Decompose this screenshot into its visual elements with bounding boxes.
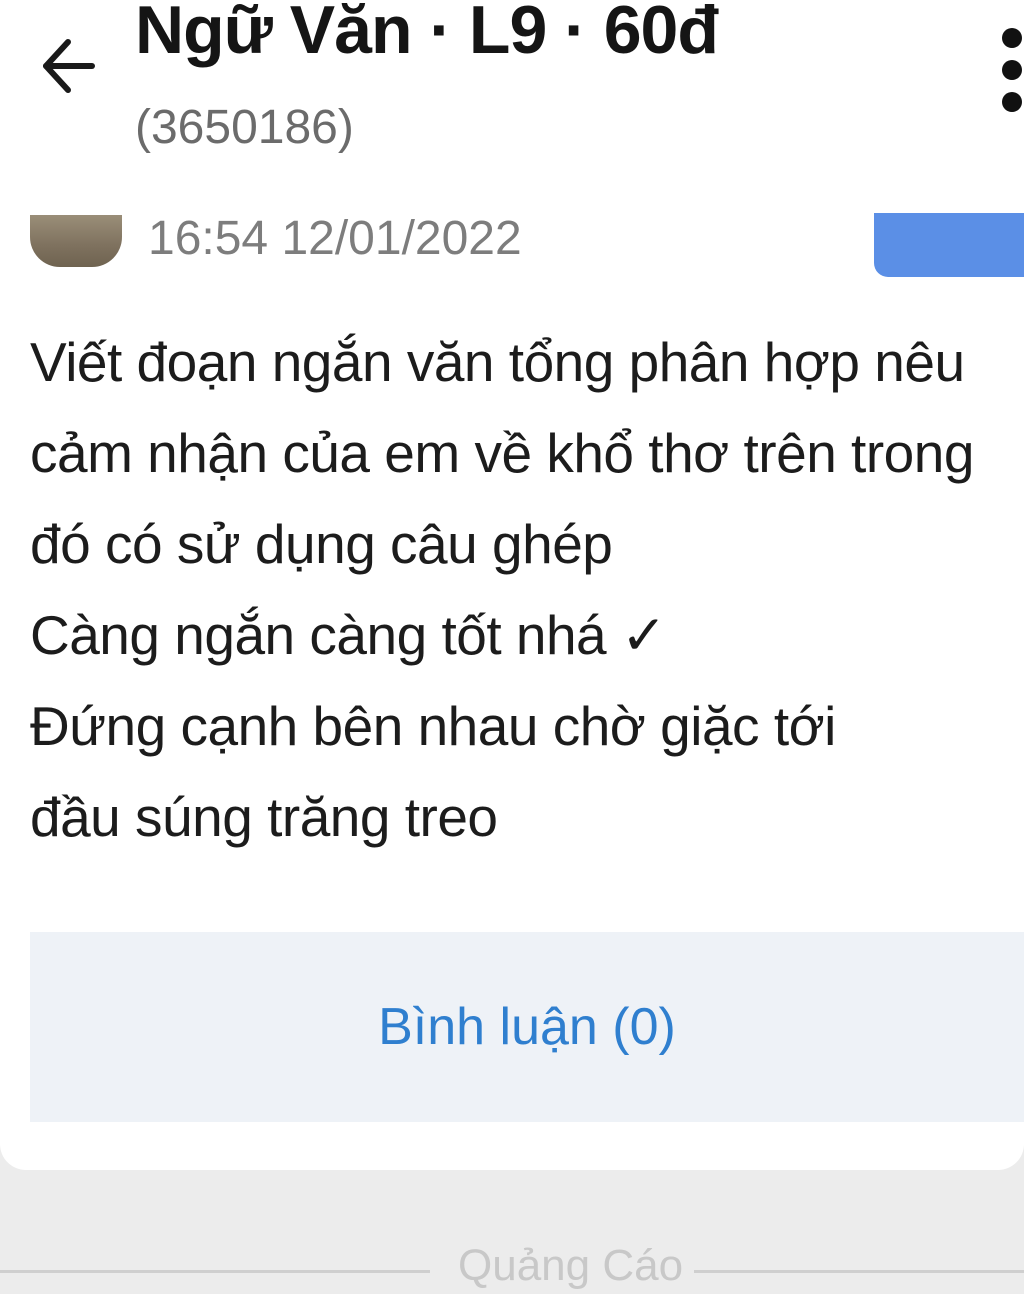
question-line: Viết đoạn ngắn văn tổng phân hợp nêu cảm…: [30, 331, 974, 575]
post-timestamp: 16:54 12/01/2022: [148, 212, 522, 265]
question-line: đầu súng trăng treo: [30, 786, 498, 848]
divider-line: [694, 1270, 1024, 1273]
avatar[interactable]: [30, 215, 122, 267]
ad-label: Quảng Cáo: [458, 1241, 684, 1290]
question-line: Càng ngắn càng tốt nhá ✓: [30, 604, 667, 666]
app-header: Ngữ Văn · L9 · 60đ (3650186): [0, 0, 1024, 205]
question-content: Viết đoạn ngắn văn tổng phân hợp nêu cảm…: [30, 317, 1010, 863]
back-button[interactable]: [30, 28, 106, 104]
question-id: (3650186): [135, 101, 354, 154]
comment-button[interactable]: Bình luận (0): [30, 932, 1024, 1122]
page-title: Ngữ Văn · L9 · 60đ: [135, 0, 719, 68]
ad-divider: Quảng Cáo: [0, 1240, 1024, 1290]
question-line: Đứng cạnh bên nhau chờ giặc tới: [30, 695, 836, 757]
more-options-button[interactable]: [996, 20, 1024, 120]
arrow-left-icon: [43, 39, 95, 93]
question-card: 16:54 12/01/2022 Viết đoạn ngắn văn tổng…: [0, 205, 1024, 1170]
divider-line: [0, 1270, 430, 1273]
answer-button[interactable]: [874, 213, 1024, 277]
comment-label: Bình luận (0): [378, 998, 676, 1056]
